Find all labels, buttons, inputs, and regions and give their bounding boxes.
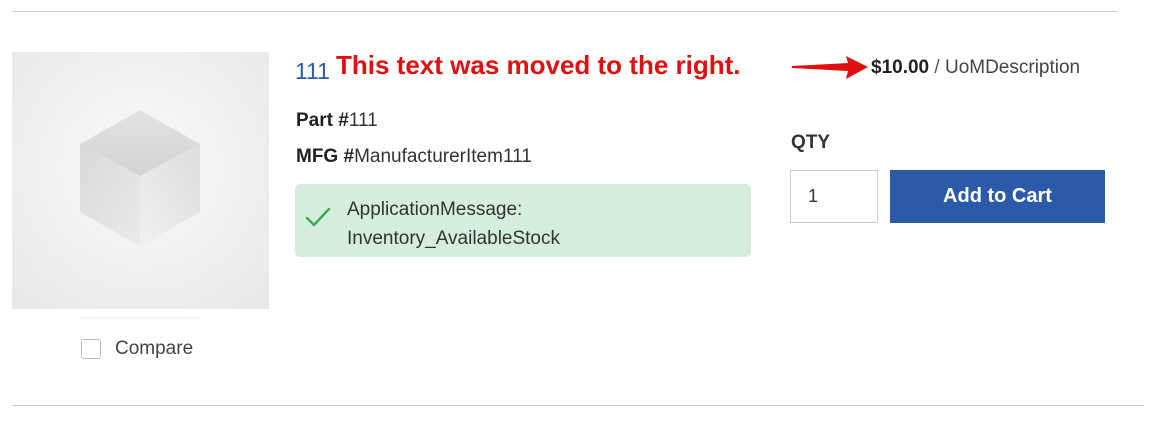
price-amount: $10.00 [871, 57, 930, 78]
inventory-message: ApplicationMessage: Inventory_AvailableS… [295, 184, 751, 257]
inventory-line-2: Inventory_AvailableStock [347, 228, 560, 249]
part-value: 111 [348, 110, 378, 131]
checkbox-icon[interactable] [81, 339, 101, 359]
annotation-text: This text was moved to the right. [336, 50, 741, 80]
inventory-line-1: ApplicationMessage: [347, 199, 523, 220]
product-image[interactable] [12, 52, 269, 309]
checkmark-icon [305, 207, 331, 227]
product-name-link[interactable]: 111 [295, 58, 330, 85]
image-underline [80, 318, 200, 319]
inventory-text: ApplicationMessage: Inventory_AvailableS… [347, 195, 560, 253]
compare-label: Compare [115, 338, 194, 359]
part-number: Part #111 [296, 110, 378, 132]
add-to-cart-button[interactable]: Add to Cart [890, 170, 1105, 223]
box-placeholder-icon [80, 110, 200, 246]
mfg-number: MFG #ManufacturerItem111 [296, 146, 532, 168]
qty-input[interactable] [790, 170, 878, 223]
mfg-value: ManufacturerItem111 [354, 146, 532, 167]
qty-label: QTY [791, 132, 831, 153]
arrow-right-icon [792, 56, 868, 79]
mfg-label: MFG # [296, 146, 355, 167]
part-label: Part # [296, 110, 349, 131]
top-divider [12, 11, 1118, 12]
price-uom: UoMDescription [944, 57, 1081, 78]
bottom-divider [12, 405, 1144, 406]
product-price: $10.00 / UoMDescription [871, 57, 1080, 79]
price-separator: / [929, 57, 945, 78]
compare-checkbox[interactable]: Compare [81, 338, 193, 360]
